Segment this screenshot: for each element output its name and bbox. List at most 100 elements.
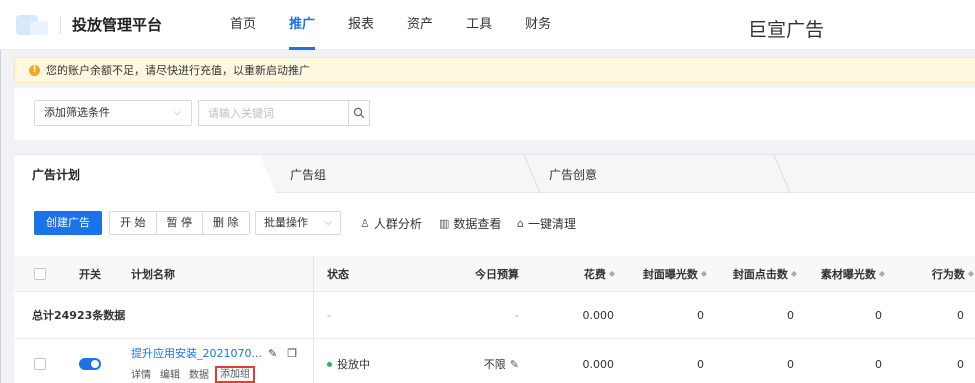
row-cost: 0.000 [582,357,615,371]
filter-condition-select[interactable]: 添加筛选条件 ⌵ [34,100,192,126]
summary-status: - [327,308,331,322]
sort-icon: ◆ [878,269,885,278]
header-cover-impressions[interactable]: 封面曝光数 ◆ [619,256,707,291]
app-title: 投放管理平台 [72,16,163,34]
person-icon: ♙ [360,217,370,230]
table-header-row: 开关 计划名称 状态 今日预算 花费 ◆ 封面曝光数 ◆ 封面点击数 ◆ 素材曝光数 ◆… [14,256,975,292]
delete-button[interactable]: 删 除 [203,212,249,234]
select-all-checkbox[interactable] [34,267,46,280]
chevron-down-icon: ⌵ [324,217,332,228]
search-icon [353,107,365,119]
sort-icon: ◆ [700,269,707,278]
window-left-border [0,0,1,383]
logo-divider [60,16,61,34]
chevron-down-icon: ⌵ [173,107,181,118]
header-cover-clicks-label: 封面点击数 [732,267,788,281]
summary-row: 总计24923条数据 - - 0.000 0 0 0 0 [14,292,975,339]
summary-total-label: 总计24923条数据 [32,309,126,322]
row-plan-name-cell: 提升应用安装_2021070... ✎ ❐ 详情 编辑 数据 添加组 [131,339,297,383]
nav-finance[interactable]: 财务 [525,0,551,50]
row-actions: 0 [957,357,964,371]
summary-budget: - [515,308,519,322]
plan-toolbar: 创建广告 开 始 暂 停 删 除 批量操作 ⌵ ♙ 人群分析 ▥ 数据查看 ⌂ … [14,210,975,236]
row-cover-clicks: 0 [787,357,794,371]
bar-chart-icon: ▥ [439,217,450,230]
main-nav: 首页 推广 报表 资产 工具 财务 [230,0,584,50]
app-logo[interactable] [16,13,50,37]
status-button-group: 开 始 暂 停 删 除 [109,211,250,235]
header-cover-impressions-label: 封面曝光数 [642,267,698,281]
row-material-impressions: 0 [875,357,882,371]
header-actions-label: 行为数 [931,267,965,281]
summary-cover-clicks: 0 [787,308,794,322]
audience-analysis-link[interactable]: ♙ 人群分析 [360,215,422,232]
header-plan-name: 计划名称 [131,267,175,281]
pause-button[interactable]: 暂 停 [156,212,203,234]
header-cover-clicks[interactable]: 封面点击数 ◆ [711,256,797,291]
nav-reports[interactable]: 报表 [348,0,374,50]
warning-text: 您的账户余额不足，请尽快进行充值，以重新启动推广 [46,64,310,77]
broom-icon: ⌂ [517,217,524,230]
sort-icon: ◆ [608,269,615,278]
header-budget: 今日预算 [475,267,519,281]
filter-condition-label: 添加筛选条件 [44,106,110,119]
row-checkbox[interactable] [34,358,46,370]
frozen-column-divider [313,339,314,383]
edit-link[interactable]: 编辑 [160,366,180,383]
header-cost-label: 花费 [583,267,606,281]
batch-operation-label: 批量操作 [264,216,308,229]
balance-warning-banner: ! 您的账户余额不足，请尽快进行充值，以重新启动推广 [14,57,975,83]
table-row: 提升应用安装_2021070... ✎ ❐ 详情 编辑 数据 添加组 投放中 不… [14,339,975,383]
detail-link[interactable]: 详情 [131,366,151,383]
batch-operation-select[interactable]: 批量操作 ⌵ [255,211,341,235]
sort-icon: ◆ [967,269,974,278]
audience-analysis-label: 人群分析 [373,217,422,231]
data-view-link[interactable]: ▥ 数据查看 [439,215,501,232]
summary-material-impressions: 0 [875,308,882,322]
summary-cover-impressions: 0 [697,308,704,322]
brand-name: 巨宣广告 [748,19,825,41]
row-budget-cell: 不限 ✎ [434,339,519,383]
filter-panel: 添加筛选条件 ⌵ [14,88,975,140]
tab-ad-creative[interactable]: 广告创意 [549,166,597,183]
data-view-label: 数据查看 [453,217,502,231]
tab-ad-plan[interactable]: 广告计划 [32,166,80,183]
nav-assets[interactable]: 资产 [407,0,433,50]
nav-tools[interactable]: 工具 [466,0,492,50]
status-dot-icon [327,361,332,367]
edit-name-icon[interactable]: ✎ [268,347,277,360]
row-status-cell: 投放中 [327,339,370,383]
header-material-impressions-label: 素材曝光数 [820,267,876,281]
row-operations: 详情 编辑 数据 添加组 [131,366,264,383]
row-budget: 不限 [483,358,506,371]
nav-promotion[interactable]: 推广 [289,0,316,50]
frozen-column-divider [313,292,314,338]
keyword-search-input[interactable] [198,100,348,126]
tab-ad-group[interactable]: 广告组 [290,166,326,183]
nav-home[interactable]: 首页 [230,0,256,50]
row-switch-cell [79,339,101,383]
add-group-link[interactable]: 添加组 [215,366,255,383]
search-button[interactable] [348,100,370,126]
frozen-column-divider [313,256,314,291]
plan-status-toggle[interactable] [79,358,101,370]
sort-icon: ◆ [790,269,797,278]
row-select-cell [34,339,46,383]
row-cover-impressions: 0 [697,357,704,371]
one-click-clean-link[interactable]: ⌂ 一键清理 [517,215,576,232]
header-material-impressions[interactable]: 素材曝光数 ◆ [799,256,885,291]
header-actions[interactable]: 行为数 ◆ [894,256,974,291]
edit-budget-icon[interactable]: ✎ [510,358,519,371]
create-ad-button[interactable]: 创建广告 [34,211,102,235]
plan-name-link[interactable]: 提升应用安装_2021070... [131,345,262,361]
summary-cost: 0.000 [582,308,615,322]
plan-name-line: 提升应用安装_2021070... ✎ ❐ [131,345,297,361]
data-link[interactable]: 数据 [189,366,209,383]
warning-icon: ! [29,64,40,76]
header-cost[interactable]: 花费 ◆ [524,256,615,291]
start-button[interactable]: 开 始 [110,212,157,234]
select-all-cell [34,256,46,291]
copy-icon[interactable]: ❐ [287,347,297,360]
top-navigation-bar: 投放管理平台 首页 推广 报表 资产 工具 财务 巨宣广告 [0,0,975,50]
row-status: 投放中 [337,358,370,371]
